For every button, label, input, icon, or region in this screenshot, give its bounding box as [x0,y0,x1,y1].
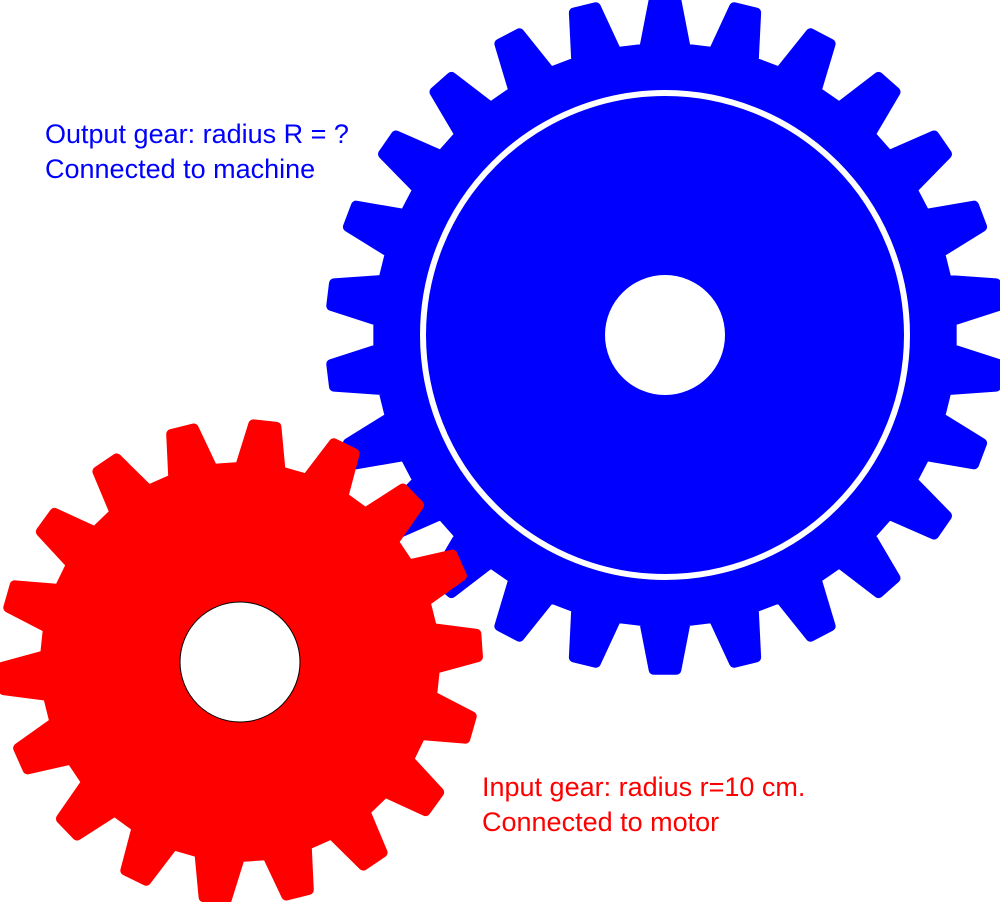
gear-diagram: Output gear: radius R = ? Connected to m… [0,0,1000,902]
input-gear-label-line2: Connected to motor [482,807,719,837]
input-gear-label-line1: Input gear: radius r=10 cm. [482,772,805,802]
output-gear-label-line1: Output gear: radius R = ? [45,119,349,149]
output-gear-hub-hole [605,275,725,395]
output-gear-label-line2: Connected to machine [45,154,315,184]
output-gear-label: Output gear: radius R = ? Connected to m… [45,119,356,184]
input-gear-label: Input gear: radius r=10 cm. Connected to… [482,772,813,837]
input-gear-hub-hole [179,601,301,723]
